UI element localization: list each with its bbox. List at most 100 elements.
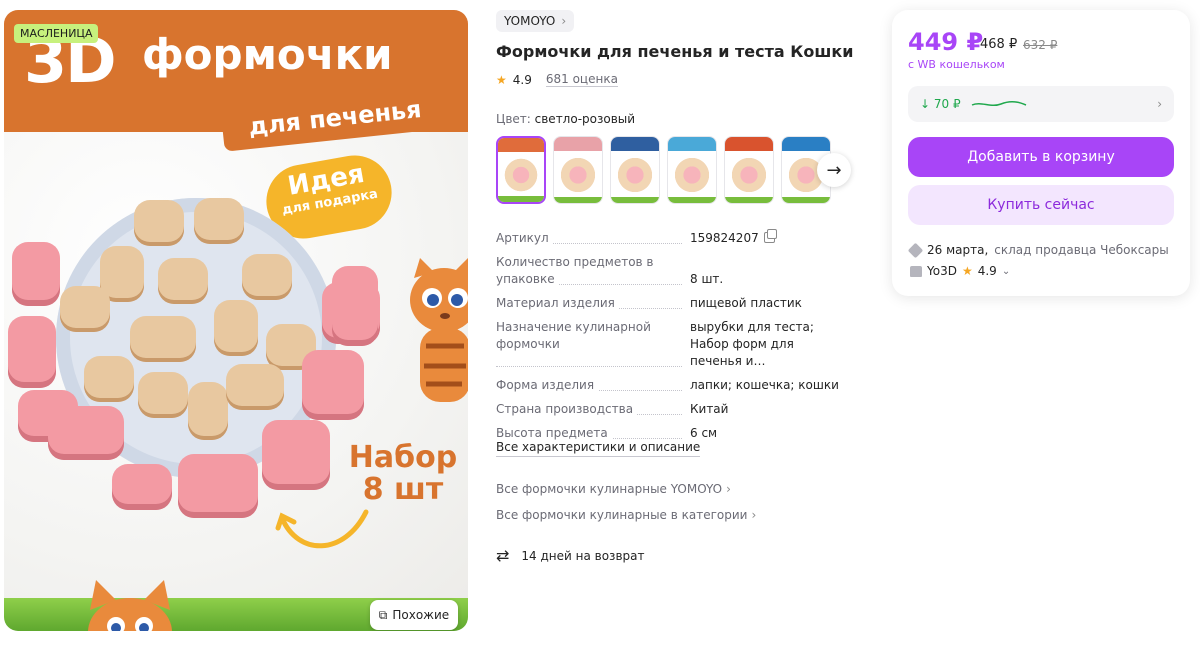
spec-key-text: Материал изделия [496,296,619,310]
spec-row: Форма изделия лапки; кошечка; кошки [496,377,846,394]
cutter-mold [332,266,378,346]
add-to-cart-button[interactable]: Добавить в корзину [908,137,1174,177]
spec-key: Страна производства [496,401,690,418]
cookie-shape [214,300,258,356]
discount-row[interactable]: ↓ 70 ₽ › [908,86,1174,122]
color-swatch[interactable] [724,136,774,204]
swatch-header [782,137,830,151]
rating-value: 4.9 [512,72,532,87]
star-icon: ★ [496,72,507,87]
swatch-header [554,137,602,151]
cookie-shape [134,200,184,246]
package-icon [907,242,924,258]
spec-key-text: Высота предмета [496,426,612,440]
spec-value: вырубки для теста; Набор форм для печень… [690,320,814,368]
chevron-right-icon: › [1157,97,1162,111]
color-swatch[interactable] [496,136,546,204]
spec-row: Материал изделия пищевой пластик [496,295,846,312]
spec-key: Назначение кулинарной формочки [496,319,690,370]
spec-key-text: Форма изделия [496,378,599,392]
cookie-shape [226,364,284,410]
swatch-grass [725,197,773,203]
brand-category-link[interactable]: Все формочки кулинарные YOMOYO › [496,482,731,496]
spec-value: 8 шт. [690,272,724,286]
spec-key: Артикул [496,230,690,247]
squiggle-icon [971,101,1026,107]
brand-chip[interactable]: YOMOYO › [496,10,575,32]
cookie-shape [194,198,244,244]
swatch-grass [782,197,830,203]
color-swatch[interactable] [553,136,603,204]
price-without-wallet: 468 ₽ [980,37,1018,52]
return-arrows-icon: ⇄ [496,546,510,565]
swatch-grass [554,197,602,203]
color-label: Цвет: [496,112,531,126]
spec-key-text: Количество предметов в упаковке [496,255,654,286]
cookie-shape [138,372,188,418]
swatch-header [725,137,773,151]
swatch-header [611,137,659,151]
delivery-info: 26 марта, склад продавца Чебоксары [907,242,1169,258]
star-icon: ★ [961,264,973,278]
swatch-grass [498,196,544,202]
product-title: Формочки для печенья и теста Кошки [496,42,854,61]
spec-row: Назначение кулинарной формочки вырубки д… [496,319,846,370]
cookie-shape [130,316,196,362]
cookie-shape [188,382,228,440]
promo-badge: МАСЛЕНИЦА [14,24,99,43]
reviews-link[interactable]: 681 оценка [545,72,618,87]
product-main-image[interactable]: 3D формочки МАСЛЕНИЦА для печенья Идея д… [4,10,468,631]
cartoon-cat-illustration [410,258,468,402]
spec-key-text: Назначение кулинарной формочки [496,320,651,351]
cutter-mold [178,454,258,518]
swatch-header [668,137,716,151]
spec-key: Количество предметов в упаковке [496,254,690,288]
copy-icon[interactable] [763,229,777,243]
spec-dotted-leader [496,366,682,367]
spec-row: Страна производства Китай [496,401,846,418]
seller-info[interactable]: Yo3D ★ 4.9 ⌄ [910,264,1010,278]
image-header-word: формочки [142,30,393,79]
cookie-shape [158,258,208,304]
discount-amount: ↓ 70 ₽ [920,97,961,111]
set-count-label: Набор 8 шт [338,442,468,505]
spec-key-text: Страна производства [496,402,638,416]
spec-key-text: Артикул [496,231,553,245]
buy-now-button[interactable]: Купить сейчас [908,185,1174,225]
swatch-header [498,138,544,152]
return-policy: ⇄ 14 дней на возврат [496,546,644,565]
similar-products-button[interactable]: ⧉ Похожие [370,600,458,630]
category-link[interactable]: Все формочки кулинарные в категории › [496,508,756,522]
shop-icon [910,265,922,277]
swatches-next-button[interactable]: → [817,153,851,187]
spec-value: 159824207 [690,229,846,247]
set-count-line1: Набор [348,440,458,475]
all-specs-link[interactable]: Все характеристики и описание [496,440,701,457]
swatch-thumbnail [729,155,769,195]
spec-value: 6 см [690,426,718,440]
chevron-down-icon: ⌄ [1001,265,1011,277]
cutter-mold [262,420,330,490]
swatch-thumbnail [502,156,540,194]
curved-arrow-icon [275,509,369,549]
seller-rating: 4.9 [977,264,997,278]
spec-value: Китай [690,402,729,416]
spec-row: Количество предметов в упаковке 8 шт. [496,254,846,288]
swatch-grass [668,197,716,203]
swatch-thumbnail [558,155,598,195]
color-swatch[interactable] [667,136,717,204]
spec-key: Материал изделия [496,295,690,312]
wallet-note: с WB кошельком [908,58,1005,71]
cutter-mold [302,350,364,420]
cutter-mold [8,316,56,388]
similar-search-icon: ⧉ [378,607,388,622]
price-card: 449 ₽ 468 ₽ 632 ₽ с WB кошельком ↓ 70 ₽ … [892,10,1190,296]
cutter-mold [12,242,60,306]
arrow-right-icon: → [826,159,842,181]
cookie-shape [242,254,292,300]
category-link-label: Все формочки кулинарные в категории [496,508,748,522]
color-swatch[interactable] [610,136,660,204]
brand-category-link-label: Все формочки кулинарные YOMOYO [496,482,723,496]
specs-table: Артикул 159824207 Количество предметов в… [496,229,846,449]
spec-key: Форма изделия [496,377,690,394]
